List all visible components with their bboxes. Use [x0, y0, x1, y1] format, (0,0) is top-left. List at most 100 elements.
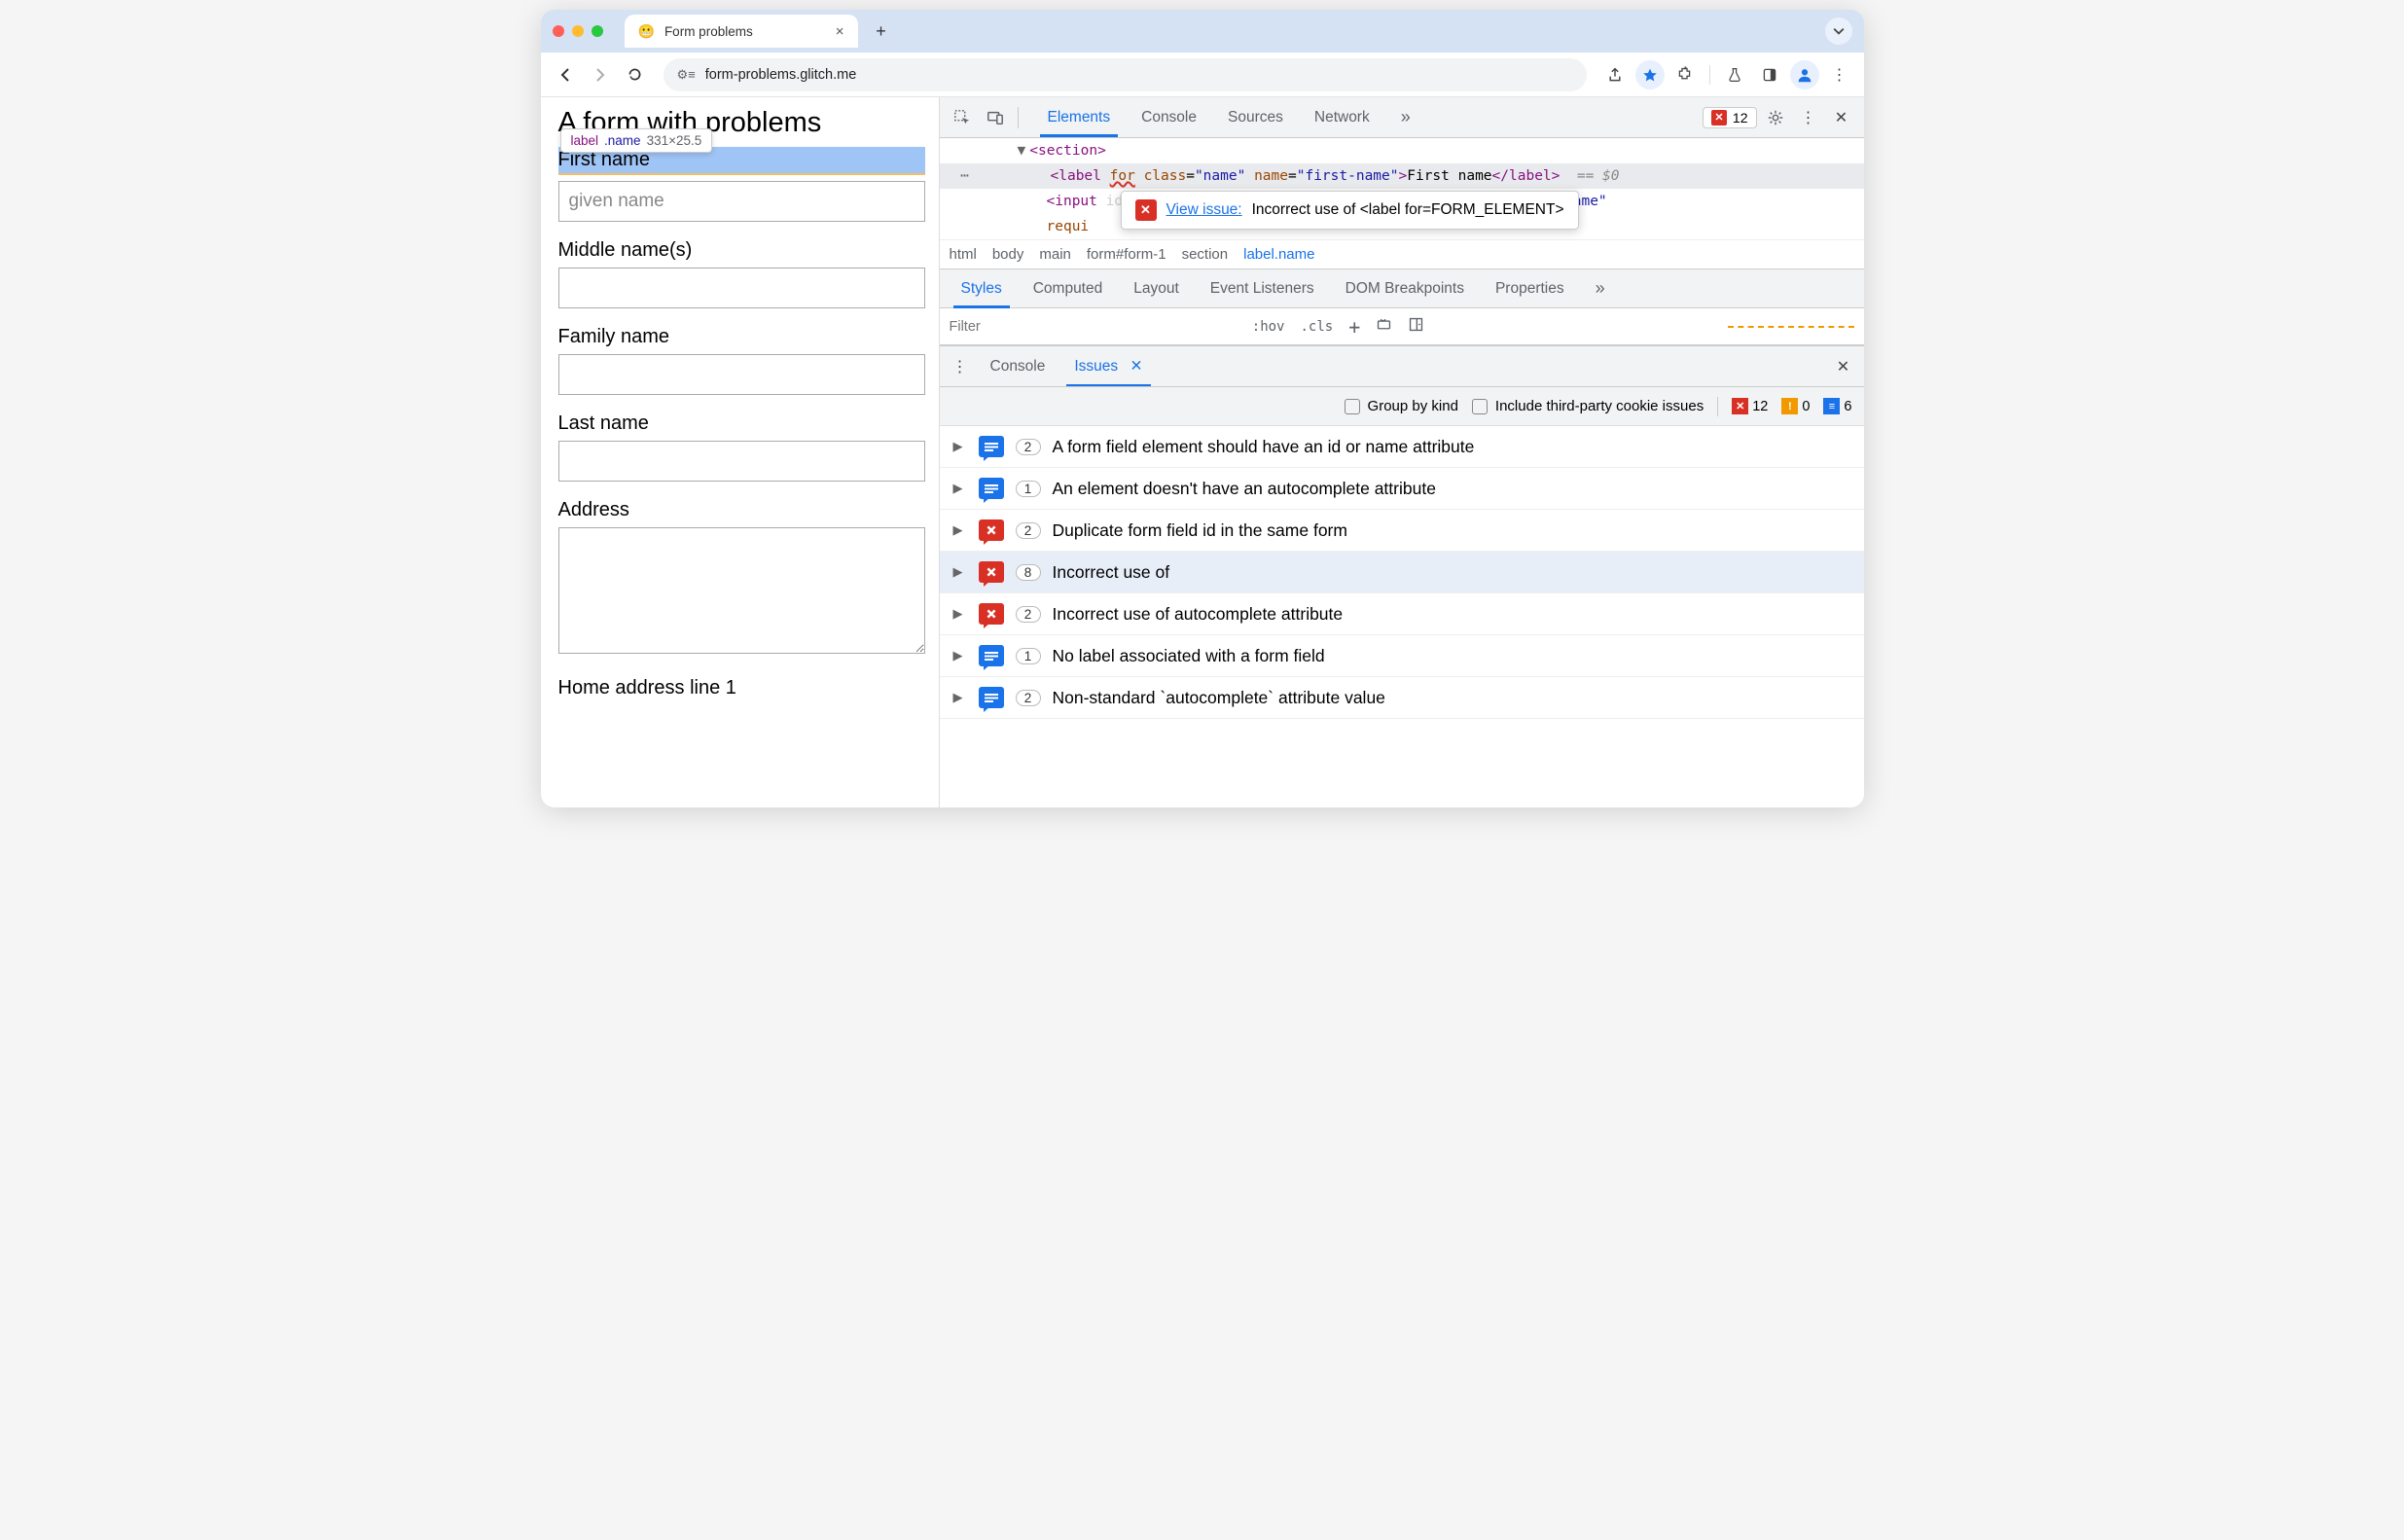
tab-layout[interactable]: Layout — [1120, 270, 1193, 307]
close-issues-tab-icon[interactable]: ✕ — [1130, 358, 1143, 375]
tab-properties[interactable]: Properties — [1482, 270, 1578, 307]
devtools-tabs: Elements Console Sources Network » — [1034, 97, 1699, 137]
drawer-tab-issues[interactable]: Issues ✕ — [1060, 347, 1156, 385]
close-window[interactable] — [553, 25, 564, 37]
tab-elements[interactable]: Elements — [1034, 99, 1125, 136]
tab-search-button[interactable] — [1825, 18, 1852, 45]
drawer-close-button[interactable]: ✕ — [1829, 352, 1858, 381]
issue-row[interactable]: ▶8Incorrect use of — [940, 552, 1864, 593]
expand-icon[interactable]: ▶ — [953, 648, 967, 663]
extensions-button[interactable] — [1670, 60, 1700, 90]
tab-event-listeners[interactable]: Event Listeners — [1197, 270, 1328, 307]
expand-icon[interactable]: ▶ — [953, 481, 967, 496]
expand-icon[interactable]: ▶ — [953, 439, 967, 454]
share-button[interactable] — [1600, 60, 1630, 90]
family-name-input[interactable] — [558, 354, 925, 395]
drawer-menu-button[interactable]: ⋮ — [946, 352, 975, 381]
dom-tree[interactable]: ▼ <section> ⋯ <label for class="name" na… — [940, 138, 1864, 269]
issue-row[interactable]: ▶2A form field element should have an id… — [940, 426, 1864, 468]
issue-severity-icon — [979, 478, 1004, 499]
browser-menu-button[interactable]: ⋮ — [1825, 60, 1854, 90]
tab-computed[interactable]: Computed — [1020, 270, 1117, 307]
devtools-close-button[interactable]: ✕ — [1827, 103, 1856, 132]
dom-context-menu-icon[interactable]: ⋯ — [953, 168, 977, 184]
issue-text: Duplicate form field id in the same form — [1053, 520, 1347, 541]
issue-row[interactable]: ▶ 2 Non-standard `autocomplete` attribute … — [940, 677, 1864, 719]
side-panel-button[interactable] — [1755, 60, 1784, 90]
tab-dom-breakpoints[interactable]: DOM Breakpoints — [1332, 270, 1478, 307]
third-party-cookies-checkbox[interactable]: Include third-party cookie issues — [1472, 398, 1704, 414]
last-name-label: Last name — [558, 412, 925, 435]
issue-popup-text: Incorrect use of <label for=FORM_ELEMENT… — [1252, 201, 1564, 219]
view-issue-link[interactable]: View issue: — [1166, 201, 1242, 219]
expand-icon[interactable]: ▶ — [953, 606, 967, 622]
back-button[interactable] — [551, 60, 580, 90]
labs-button[interactable] — [1720, 60, 1749, 90]
expand-icon[interactable]: ▶ — [953, 522, 967, 538]
chevron-down-icon — [1833, 25, 1845, 37]
middle-name-label: Middle name(s) — [558, 239, 925, 262]
close-tab-icon[interactable]: × — [836, 23, 844, 40]
issue-count: 2 — [1016, 690, 1041, 706]
computed-toggle-button[interactable] — [1400, 312, 1432, 340]
profile-button[interactable] — [1790, 60, 1819, 90]
issue-row[interactable]: ▶1An element doesn't have an autocomplet… — [940, 468, 1864, 510]
window-controls — [553, 25, 603, 37]
element-hover-tooltip: label.name 331×25.5 — [560, 128, 713, 153]
issue-text: A form field element should have an id o… — [1053, 437, 1475, 457]
issue-row[interactable]: ▶2Incorrect use of autocomplete attribut… — [940, 593, 1864, 635]
drawer-tab-console[interactable]: Console — [977, 348, 1059, 385]
hov-toggle[interactable]: :hov — [1244, 315, 1293, 339]
first-name-input[interactable] — [558, 181, 925, 222]
site-settings-icon[interactable]: ⚙≡ — [677, 67, 696, 83]
expand-icon[interactable]: ▶ — [953, 564, 967, 580]
bookmark-button[interactable] — [1635, 60, 1665, 90]
issue-severity-icon — [979, 645, 1004, 666]
tab-network[interactable]: Network — [1301, 99, 1383, 136]
group-by-kind-checkbox[interactable]: Group by kind — [1345, 398, 1458, 414]
cls-toggle[interactable]: .cls — [1292, 315, 1341, 339]
browser-tab[interactable]: 😬 Form problems × — [625, 15, 858, 48]
tab-sources[interactable]: Sources — [1214, 99, 1297, 136]
device-toolbar-button[interactable] — [981, 103, 1010, 132]
issue-severity-icon — [979, 687, 1004, 708]
middle-name-input[interactable] — [558, 268, 925, 308]
devtools-menu-button[interactable]: ⋮ — [1794, 103, 1823, 132]
address-bar[interactable]: ⚙≡ form-problems.glitch.me — [664, 58, 1587, 91]
styles-tabs-overflow[interactable]: » — [1582, 269, 1619, 308]
maximize-window[interactable] — [592, 25, 603, 37]
error-count-badge[interactable]: ✕ 12 — [1703, 107, 1757, 128]
address-textarea[interactable] — [558, 527, 925, 654]
styles-filter-input[interactable] — [950, 319, 1244, 335]
minimize-window[interactable] — [572, 25, 584, 37]
inspect-element-button[interactable] — [948, 103, 977, 132]
expand-icon[interactable]: ▶ — [953, 690, 967, 705]
devtools-header: Elements Console Sources Network » ✕ 12 … — [940, 97, 1864, 138]
issue-severity-icon — [979, 561, 1004, 583]
issue-count: 2 — [1016, 606, 1041, 623]
issues-list: ▶ 2 A form field element should have an id… — [940, 426, 1864, 807]
devtools-settings-button[interactable] — [1761, 103, 1790, 132]
rendering-button[interactable] — [1368, 312, 1400, 340]
home-address-1-label: Home address line 1 — [558, 677, 925, 699]
tab-styles[interactable]: Styles — [948, 270, 1016, 307]
last-name-input[interactable] — [558, 441, 925, 482]
address-label: Address — [558, 499, 925, 521]
new-tab-button[interactable]: + — [866, 16, 897, 47]
issue-count: 1 — [1016, 481, 1041, 497]
issue-text: Non-standard `autocomplete` attribute va… — [1053, 688, 1385, 708]
forward-button[interactable] — [586, 60, 615, 90]
issue-text: Incorrect use of — [1053, 562, 1170, 583]
reload-button[interactable] — [621, 60, 650, 90]
issue-severity-icon — [979, 436, 1004, 457]
tab-console[interactable]: Console — [1128, 99, 1210, 136]
issue-row[interactable]: ▶1No label associated with a form field — [940, 635, 1864, 677]
page-viewport: A form with problems label.name 331×25.5… — [541, 97, 940, 807]
tabs-overflow[interactable]: » — [1387, 97, 1424, 137]
new-style-rule-button[interactable]: + — [1341, 311, 1368, 342]
issue-row[interactable]: ▶2Duplicate form field id in the same fo… — [940, 510, 1864, 552]
styles-filter-row: :hov .cls + — [940, 308, 1864, 345]
titlebar: 😬 Form problems × + — [541, 10, 1864, 53]
error-badge-icon: ✕ — [1711, 110, 1727, 125]
dom-breadcrumb[interactable]: html body main form#form-1 section label… — [940, 239, 1864, 269]
